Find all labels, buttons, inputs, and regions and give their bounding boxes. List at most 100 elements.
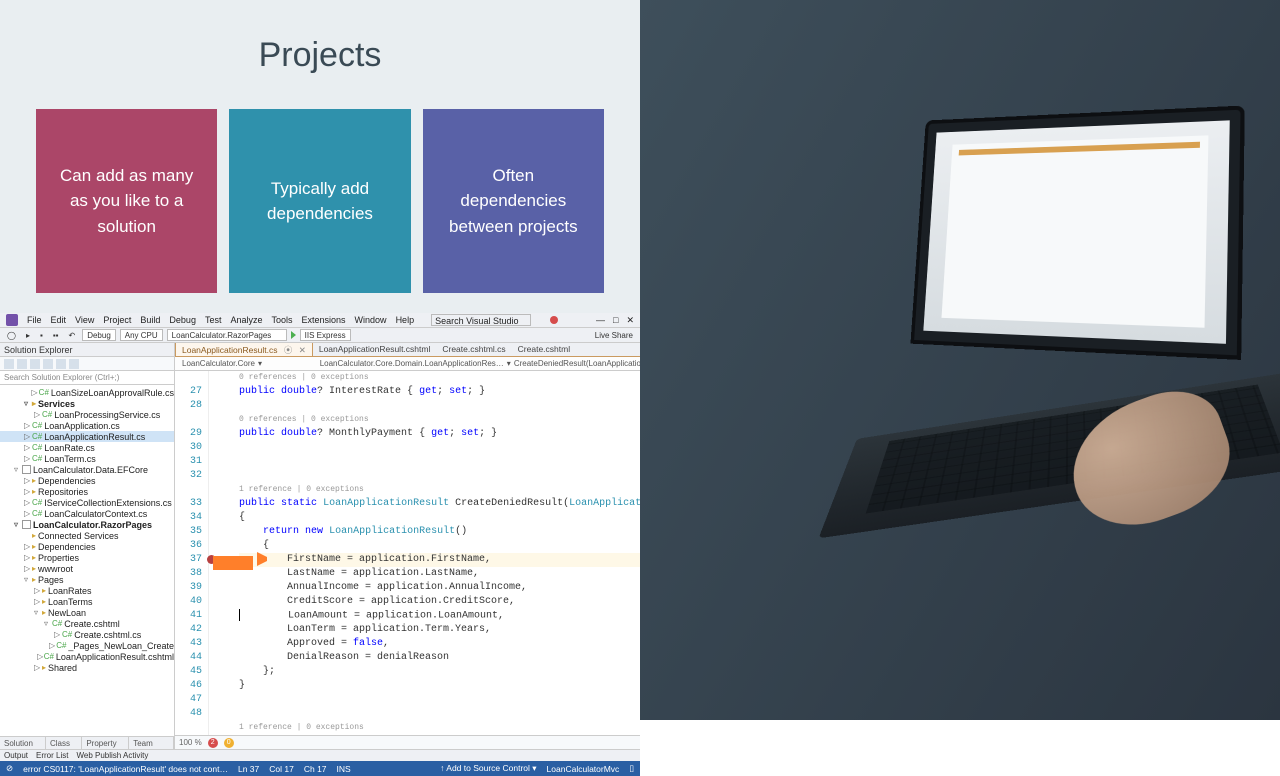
menu-help[interactable]: Help [396,315,415,325]
tree-item[interactable]: ▷▸LoanRates [0,585,174,596]
home-icon[interactable] [4,359,14,369]
tree-item[interactable]: ▷▸wwwroot [0,563,174,574]
menu-extensions[interactable]: Extensions [302,315,346,325]
tree-item[interactable]: ▿LoanCalculator.RazorPages [0,519,174,530]
save-all-icon[interactable]: ▪▪ [50,331,62,340]
status-error-text: error CS0117: 'LoanApplicationResult' do… [23,764,228,774]
tab-web-publish[interactable]: Web Publish Activity [76,750,148,761]
live-share-button[interactable]: Live Share [592,331,636,340]
line-gutter: 2728293031323334353637383940414243444546… [175,371,209,735]
tab-solution-explorer[interactable]: Solution Expl... [0,737,46,749]
editor-tab-active[interactable]: LoanApplicationResult.cs ⦿ ✕ [175,343,313,356]
menu-edit[interactable]: Edit [51,315,67,325]
platform-dropdown[interactable]: Any CPU [120,329,163,341]
editor-tab-strip: LoanApplicationResult.cs ⦿ ✕ LoanApplica… [175,343,640,357]
slide-panel: Projects Can add as many as you like to … [0,0,640,313]
maximize-icon[interactable]: □ [613,315,618,326]
properties-icon[interactable] [56,359,66,369]
status-ch: Ch 17 [304,764,327,774]
crumb-member[interactable]: CreateDeniedResult(LoanApplication appli… [511,359,640,368]
tree-item[interactable]: ▸Connected Services [0,530,174,541]
code-lines[interactable]: 0 references | 0 exceptionspublic double… [209,371,640,735]
record-icon[interactable] [550,316,558,324]
config-dropdown[interactable]: Debug [82,329,116,341]
menu-view[interactable]: View [75,315,94,325]
error-count-icon[interactable]: 2 [208,738,218,748]
pin-icon[interactable]: ⦿ [284,345,293,355]
tab-class-view[interactable]: Class View [46,737,82,749]
status-project[interactable]: LoanCalculatorMvc [547,764,620,774]
status-col: Col 17 [269,764,294,774]
tree-item[interactable]: ▿C#Create.cshtml [0,618,174,629]
tree-item[interactable]: ▷▸LoanTerms [0,596,174,607]
menu-window[interactable]: Window [355,315,387,325]
window-controls: — □ ✕ [596,315,634,326]
menu-tools[interactable]: Tools [272,315,293,325]
source-control-button[interactable]: ↑ Add to Source Control ▾ [440,763,536,774]
photo-panel [640,0,1280,720]
show-all-icon[interactable] [43,359,53,369]
undo-icon[interactable]: ↶ [65,331,78,340]
slide-title: Projects [36,36,604,75]
nav-back-icon[interactable]: ◯ [4,331,19,340]
menu-build[interactable]: Build [140,315,160,325]
editor-area: LoanApplicationResult.cs ⦿ ✕ LoanApplica… [175,343,640,749]
search-input[interactable]: Search Visual Studio (Ctrl+Q) [431,314,531,326]
menu-debug[interactable]: Debug [169,315,196,325]
crumb-namespace[interactable]: LoanCalculator.Core.Domain.LoanApplicati… [317,359,507,368]
tree-item[interactable]: ▷C#LoanCalculatorContext.cs [0,508,174,519]
zoom-level[interactable]: 100 % [179,738,202,747]
tree-item[interactable]: ▷C#LoanApplication.cs [0,420,174,431]
nav-fwd-icon[interactable]: ▸ [23,331,33,340]
run-icon[interactable] [291,331,296,339]
collapse-icon[interactable] [30,359,40,369]
crumb-project[interactable]: LoanCalculator.Core [179,359,258,368]
tree-item[interactable]: ▷C#Create.cshtml.cs [0,629,174,640]
tree-item[interactable]: ▿▸NewLoan [0,607,174,618]
menu-file[interactable]: File [27,315,42,325]
tab-output[interactable]: Output [4,750,28,761]
editor-tab[interactable]: Create.cshtml [512,343,576,356]
tree-item[interactable]: ▷C#LoanApplicationResult.cs [0,431,174,442]
tree-item[interactable]: ▷▸Shared [0,662,174,673]
refresh-icon[interactable] [17,359,27,369]
tree-item[interactable]: ▷▸Dependencies [0,475,174,486]
close-icon[interactable]: ✕ [626,315,634,326]
tree-item[interactable]: ▷▸Repositories [0,486,174,497]
menu-analyze[interactable]: Analyze [230,315,262,325]
save-icon[interactable]: ▪ [37,331,46,340]
minimize-icon[interactable]: — [596,315,605,326]
status-ins: INS [337,764,351,774]
menu-test[interactable]: Test [205,315,222,325]
tree-item[interactable]: ▷C#_Pages_NewLoan_Create [0,640,174,651]
menu-project[interactable]: Project [103,315,131,325]
run-target-dropdown[interactable]: IIS Express [300,329,351,341]
tab-error-list[interactable]: Error List [36,750,68,761]
tree-item[interactable]: ▷C#LoanTerm.cs [0,453,174,464]
navigation-bar[interactable]: LoanCalculator.Core▾ LoanCalculator.Core… [175,357,640,371]
code-editor[interactable]: 2728293031323334353637383940414243444546… [175,371,640,735]
tab-close-icon[interactable]: ✕ [299,345,306,355]
preview-icon[interactable] [69,359,79,369]
ide-body: Solution Explorer Search Solution Explor… [0,343,640,749]
tree-item[interactable]: ▿LoanCalculator.Data.EFCore [0,464,174,475]
tree-item[interactable]: ▿▸Pages [0,574,174,585]
tree-item[interactable]: ▷C#LoanProcessingService.cs [0,409,174,420]
solution-search-input[interactable]: Search Solution Explorer (Ctrl+;) [0,371,174,385]
tab-team-explorer[interactable]: Team Explorer [129,737,174,749]
tree-item[interactable]: ▿▸Services [0,398,174,409]
editor-tab[interactable]: Create.cshtml.cs [436,343,511,356]
solution-tree[interactable]: ▷C#LoanSizeLoanApprovalRule.cs▿▸Services… [0,385,174,736]
tree-item[interactable]: ▷C#LoanSizeLoanApprovalRule.cs [0,387,174,398]
tab-property-manager[interactable]: Property Man... [82,737,129,749]
startup-dropdown[interactable]: LoanCalculator.RazorPages [167,329,287,341]
editor-tab[interactable]: LoanApplicationResult.cshtml [313,343,437,356]
warn-count-icon[interactable]: 0 [224,738,234,748]
notification-bell-icon[interactable]: ▯ [629,763,634,774]
tree-item[interactable]: ▷▸Dependencies [0,541,174,552]
status-error-icon[interactable]: ⊘ [6,763,13,774]
tree-item[interactable]: ▷C#LoanApplicationResult.cshtml [0,651,174,662]
tree-item[interactable]: ▷▸Properties [0,552,174,563]
tree-item[interactable]: ▷C#IServiceCollectionExtensions.cs [0,497,174,508]
tree-item[interactable]: ▷C#LoanRate.cs [0,442,174,453]
